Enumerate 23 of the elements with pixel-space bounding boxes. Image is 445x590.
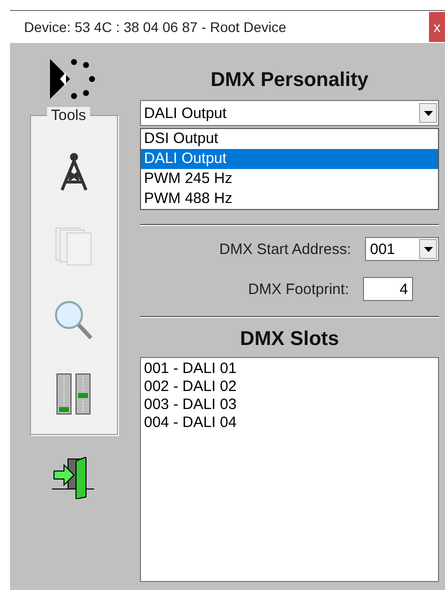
- start-address-dropdown[interactable]: 001: [365, 237, 439, 261]
- window-title: Device: 53 4C : 38 04 06 87 - Root Device: [23, 19, 286, 35]
- slot-item[interactable]: 004 - DALI 04: [144, 414, 435, 432]
- close-button[interactable]: x: [429, 12, 445, 42]
- search-icon: [54, 300, 94, 340]
- caret-icon: [424, 110, 432, 116]
- exit-door-icon: [52, 457, 96, 499]
- slot-item[interactable]: 002 - DALI 02: [144, 378, 435, 396]
- personality-option[interactable]: DALI Output: [141, 149, 438, 169]
- exit-button[interactable]: [52, 457, 96, 502]
- personality-dropdown[interactable]: DALI Output: [140, 100, 439, 126]
- footprint-label: DMX Footprint:: [248, 280, 349, 298]
- pages-icon: [55, 226, 93, 266]
- footprint-field[interactable]: 4: [363, 277, 413, 301]
- start-address-label: DMX Start Address:: [219, 240, 351, 258]
- level-meters-icon: [56, 373, 92, 415]
- slots-heading: DMX Slots: [239, 328, 340, 351]
- personality-heading: DMX Personality: [210, 69, 370, 92]
- dropdown-button[interactable]: [419, 103, 437, 123]
- slot-item[interactable]: 001 - DALI 01: [144, 360, 435, 378]
- dropdown-button[interactable]: [419, 239, 437, 259]
- slot-item[interactable]: 003 - DALI 03: [144, 396, 435, 414]
- caret-icon: [424, 246, 432, 252]
